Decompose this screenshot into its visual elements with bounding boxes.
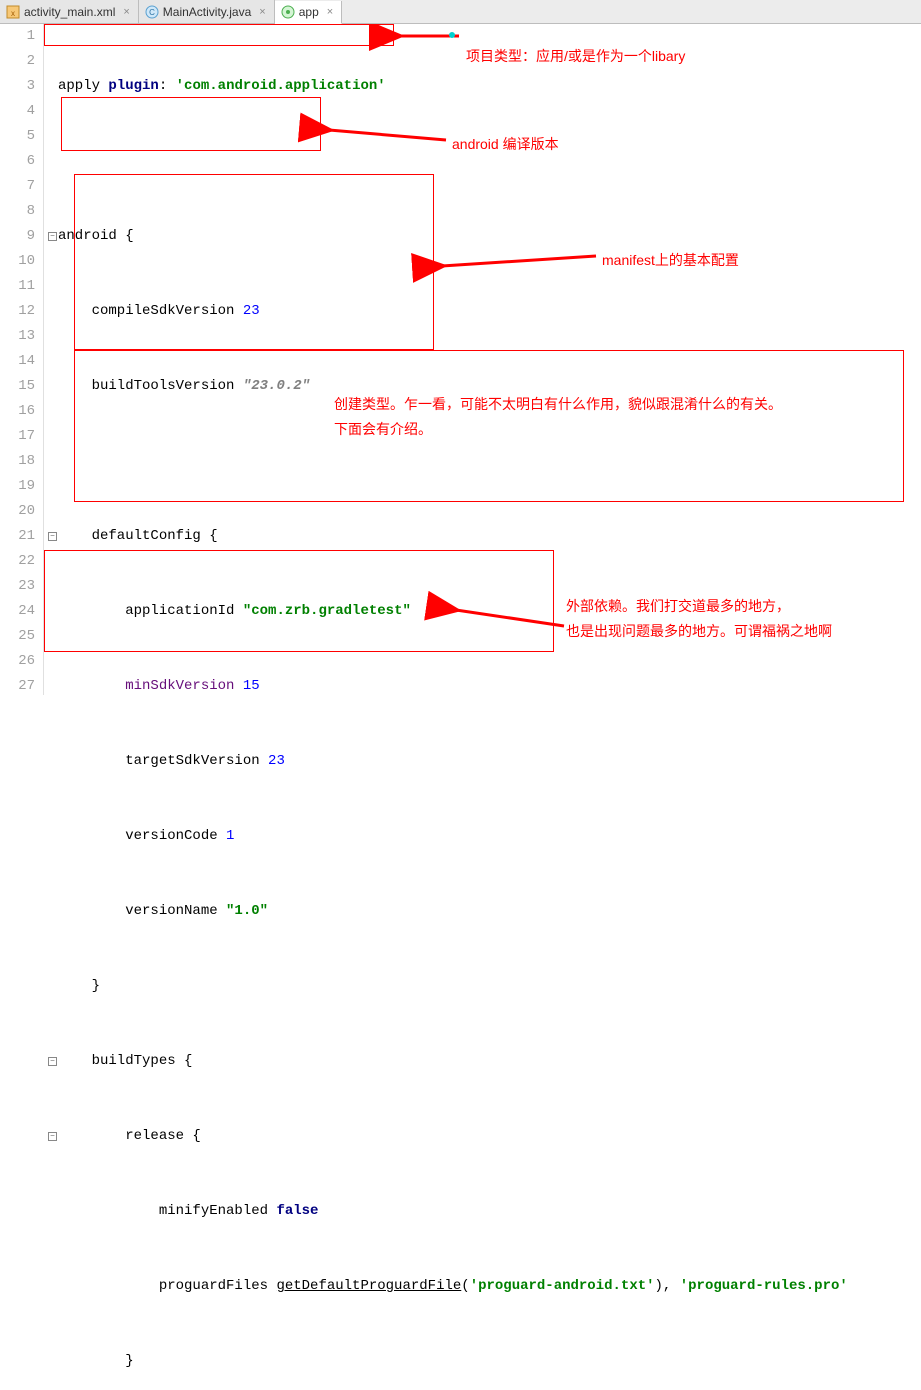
highlight-box: [61, 97, 321, 151]
line-number: 4: [0, 99, 35, 124]
highlight-box: [74, 350, 904, 502]
line-number: 19: [0, 474, 35, 499]
line-number: 5: [0, 124, 35, 149]
line-number: 14: [0, 349, 35, 374]
line-number: 20: [0, 499, 35, 524]
highlight-box: [44, 24, 394, 46]
line-number: 23: [0, 574, 35, 599]
line-number: 25: [0, 624, 35, 649]
line-number-gutter: 1234567891011121314151617181920212223242…: [0, 24, 44, 695]
close-icon[interactable]: ×: [259, 6, 265, 18]
line-number: 21: [0, 524, 35, 549]
fold-icon[interactable]: −: [48, 1132, 57, 1141]
tab-app[interactable]: app ×: [275, 1, 342, 24]
tab-label: activity_main.xml: [24, 5, 115, 19]
line-number: 13: [0, 324, 35, 349]
editor-tabs: x activity_main.xml × C MainActivity.jav…: [0, 0, 921, 24]
xml-icon: x: [6, 5, 20, 19]
java-icon: C: [145, 5, 159, 19]
tab-activity-main[interactable]: x activity_main.xml ×: [0, 0, 139, 23]
close-icon[interactable]: ×: [327, 6, 333, 18]
line-number: 8: [0, 199, 35, 224]
tab-mainactivity[interactable]: C MainActivity.java ×: [139, 0, 275, 23]
svg-text:x: x: [11, 9, 15, 18]
annotation-text: 项目类型：应用/或是作为一个libary: [466, 44, 685, 69]
line-number: 24: [0, 599, 35, 624]
line-number: 9: [0, 224, 35, 249]
svg-text:C: C: [149, 8, 155, 17]
line-number: 27: [0, 674, 35, 699]
fold-icon[interactable]: −: [48, 532, 57, 541]
line-number: 11: [0, 274, 35, 299]
line-number: 26: [0, 649, 35, 674]
close-icon[interactable]: ×: [123, 6, 129, 18]
code-area[interactable]: apply plugin: 'com.android.application' …: [44, 24, 921, 695]
tab-label: app: [299, 5, 319, 19]
line-number: 12: [0, 299, 35, 324]
line-number: 2: [0, 49, 35, 74]
line-number: 7: [0, 174, 35, 199]
line-number: 6: [0, 149, 35, 174]
annotation-text: manifest上的基本配置: [602, 248, 739, 273]
fold-icon[interactable]: −: [48, 1057, 57, 1066]
line-number: 18: [0, 449, 35, 474]
tab-label: MainActivity.java: [163, 5, 251, 19]
annotation-text: 创建类型。乍一看，可能不太明白有什么作用，貌似跟混淆什么的有关。 下面会有介绍。: [334, 392, 782, 442]
code-editor[interactable]: 1234567891011121314151617181920212223242…: [0, 24, 921, 695]
line-number: 22: [0, 549, 35, 574]
line-number: 17: [0, 424, 35, 449]
fold-icon[interactable]: −: [48, 232, 57, 241]
line-number: 16: [0, 399, 35, 424]
line-number: 10: [0, 249, 35, 274]
gradle-icon: [281, 5, 295, 19]
line-number: 1: [0, 24, 35, 49]
cyan-dot-icon: [449, 32, 455, 38]
line-number: 3: [0, 74, 35, 99]
line-number: 15: [0, 374, 35, 399]
